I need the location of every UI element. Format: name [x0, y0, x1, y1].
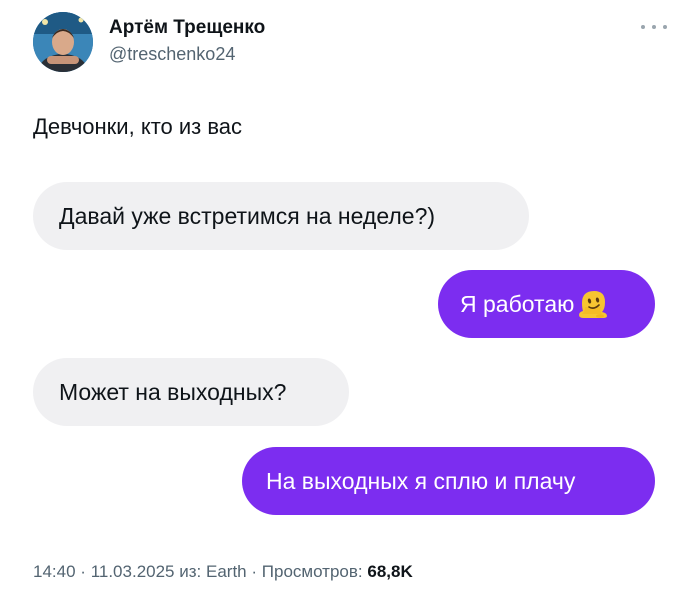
melting-face-emoji	[576, 287, 610, 321]
message-text: Давай уже встретимся на неделе?)	[59, 202, 436, 229]
message-text: На выходных я сплю и плачу	[266, 467, 576, 494]
message-text: Я работаю	[460, 290, 575, 317]
chat-bubble-outgoing: Я работаю	[438, 270, 655, 338]
tweet-metadata: 14:40 · 11.03.2025 из: Earth · Просмотро…	[33, 560, 413, 584]
more-horizontal-icon[interactable]	[641, 20, 667, 34]
message-text: Может на выходных?	[59, 378, 287, 405]
views-count[interactable]: 68,8K	[367, 562, 412, 581]
chat-bubble-incoming: Может на выходных?	[33, 358, 349, 426]
tweet-source: Earth	[206, 562, 247, 581]
avatar[interactable]	[33, 12, 93, 72]
separator: ·	[251, 562, 258, 581]
author-names: Артём Трещенко @treschenko24	[109, 16, 265, 66]
tweet-time[interactable]: 14:40	[33, 562, 76, 581]
tweet-header: Артём Трещенко @treschenko24	[33, 12, 673, 74]
chat-bubble-incoming: Давай уже встретимся на неделе?)	[33, 182, 529, 250]
tweet-text: Девчонки, кто из вас	[33, 114, 243, 139]
author-display-name[interactable]: Артём Трещенко	[109, 16, 265, 40]
author-handle[interactable]: @treschenko24	[109, 42, 265, 66]
views-label: Просмотров:	[261, 562, 363, 581]
chat-bubble-outgoing: На выходных я сплю и плачу	[242, 447, 655, 515]
separator: ·	[80, 562, 86, 581]
source-prefix: из:	[179, 562, 202, 581]
tweet-date[interactable]: 11.03.2025	[91, 562, 175, 581]
